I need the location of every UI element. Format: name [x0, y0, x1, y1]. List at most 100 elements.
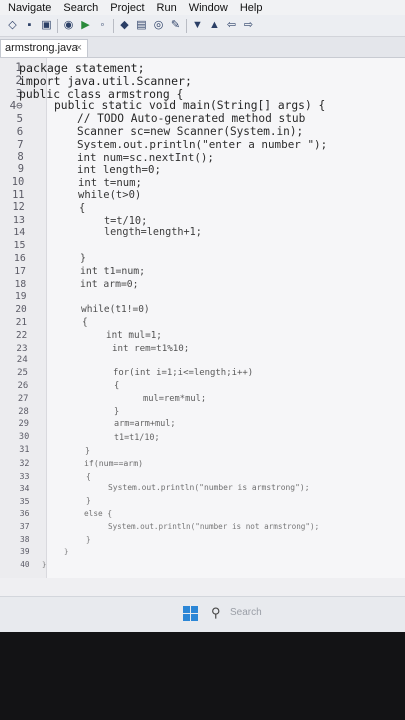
- code-text: }: [64, 547, 69, 557]
- code-text: Scanner sc=new Scanner(System.in);: [77, 125, 304, 138]
- code-text: }: [42, 560, 47, 570]
- line-number: 4⊖: [9, 99, 23, 113]
- line-number: 22: [16, 329, 28, 341]
- line-number: 18: [14, 278, 27, 290]
- search-icon[interactable]: ⚲: [211, 605, 221, 621]
- menu-help[interactable]: Help: [240, 2, 263, 14]
- code-text: System.out.println("enter a number ");: [77, 137, 328, 151]
- code-text: for(int i=1;i<=length;i++): [113, 368, 254, 379]
- line-number: 21: [15, 317, 27, 328]
- code-text: public static void main(String[] args) {: [54, 99, 326, 113]
- line-number: 20: [15, 304, 27, 316]
- code-text: {: [79, 201, 86, 214]
- line-number: 13: [12, 214, 25, 226]
- save-icon[interactable]: ▪: [23, 19, 36, 32]
- code-text: System.out.println("number is not armstr…: [108, 521, 320, 531]
- line-number: 37: [19, 521, 30, 531]
- code-text: int num=sc.nextInt();: [77, 150, 214, 164]
- code-line[interactable]: 40}: [0, 560, 405, 575]
- code-text: while(t>0): [78, 189, 142, 201]
- code-text: }: [85, 445, 90, 455]
- tab-armstrong-java[interactable]: armstrong.java ×: [0, 39, 88, 57]
- code-text: }: [80, 253, 86, 264]
- pin-icon[interactable]: ▲: [208, 19, 221, 32]
- code-text: }: [86, 496, 91, 506]
- back-icon[interactable]: ⇦: [225, 19, 238, 32]
- code-text: t=t/10;: [104, 214, 148, 227]
- annotation-icon[interactable]: ▼: [191, 19, 204, 32]
- code-text: {: [82, 317, 88, 328]
- line-number: 16: [13, 253, 26, 264]
- code-text: System.out.println("number is armstrong"…: [108, 483, 310, 493]
- line-number: 23: [16, 342, 28, 354]
- line-number: 17: [14, 265, 26, 277]
- line-number: 7: [17, 137, 24, 151]
- line-number: 30: [18, 432, 30, 443]
- menu-run[interactable]: Run: [157, 2, 177, 14]
- screen: Navigate Search Project Run Window Help …: [0, 0, 405, 632]
- code-text: while(t1!=0): [81, 304, 150, 316]
- windows-start-icon[interactable]: [183, 606, 199, 622]
- line-number: 35: [19, 496, 30, 507]
- forward-icon[interactable]: ⇨: [242, 19, 255, 32]
- line-number: 15: [13, 240, 26, 252]
- taskbar-search-label[interactable]: Search: [230, 607, 262, 618]
- new-class-icon[interactable]: ◆: [118, 19, 131, 32]
- line-number: 8: [17, 150, 24, 163]
- coverage-icon[interactable]: ◦: [96, 19, 109, 32]
- line-number: 19: [14, 291, 27, 303]
- toolbar-separator: [57, 18, 58, 33]
- line-number: 39: [20, 547, 30, 557]
- new-icon[interactable]: ◇: [6, 19, 19, 32]
- code-text: // TODO Auto-generated method stub: [77, 112, 306, 126]
- line-number: 24: [16, 355, 28, 366]
- toolbar-separator: [113, 18, 114, 33]
- line-number: 25: [17, 368, 28, 379]
- debug-icon[interactable]: ◉: [62, 19, 75, 32]
- line-number: 27: [17, 393, 29, 404]
- code-text: {: [114, 381, 120, 391]
- code-text: int t=num;: [78, 176, 142, 190]
- taskbar: ⚲ Search: [0, 596, 405, 632]
- menu-window[interactable]: Window: [189, 2, 228, 14]
- close-icon[interactable]: ×: [76, 40, 82, 57]
- line-number: 9: [17, 163, 24, 176]
- code-text: }: [86, 534, 91, 544]
- code-text: else {: [84, 509, 112, 518]
- code-text: if(num==arm): [84, 457, 144, 468]
- line-number: 28: [18, 406, 29, 417]
- menu-project[interactable]: Project: [110, 2, 144, 14]
- code-text: int rem=t1%10;: [112, 342, 190, 354]
- open-type-icon[interactable]: ▤: [135, 19, 148, 32]
- line-number: 34: [19, 483, 30, 494]
- edit-icon[interactable]: ✎: [169, 19, 182, 32]
- line-number: 40: [20, 560, 30, 570]
- code-text: length=length+1;: [104, 227, 202, 239]
- line-number: 10: [11, 176, 25, 189]
- line-number: 14: [13, 227, 26, 239]
- code-text: int mul=1;: [106, 329, 162, 341]
- search-tool-icon[interactable]: ◎: [152, 19, 165, 32]
- line-number: 38: [20, 534, 30, 544]
- menu-navigate[interactable]: Navigate: [8, 2, 51, 14]
- line-number: 33: [19, 470, 30, 481]
- line-number: 32: [19, 457, 30, 468]
- editor-tab-bar: armstrong.java ×: [0, 37, 405, 58]
- line-number: 5: [16, 112, 23, 126]
- line-number: 31: [19, 445, 30, 455]
- code-text: int arm=0;: [80, 278, 139, 290]
- line-number: 11: [12, 189, 25, 201]
- line-number: 26: [17, 381, 29, 391]
- code-text: int length=0;: [77, 163, 161, 177]
- line-number: 29: [18, 419, 29, 430]
- code-editor[interactable]: 1 package statement; 2 import java.util.Sca…: [0, 58, 405, 578]
- print-icon[interactable]: ▣: [40, 19, 53, 32]
- menu-search[interactable]: Search: [63, 2, 98, 14]
- code-text: mul=rem*mul;: [143, 393, 207, 404]
- monitor-bezel: [0, 632, 405, 720]
- code-text: }: [114, 406, 120, 417]
- line-number: 36: [19, 509, 30, 518]
- run-icon[interactable]: ▶: [79, 19, 92, 32]
- code-text: arm=arm+mul;: [114, 419, 176, 430]
- toolbar: ◇ ▪ ▣ ◉ ▶ ◦ ◆ ▤ ◎ ✎ ▼ ▲ ⇦ ⇨: [0, 15, 405, 37]
